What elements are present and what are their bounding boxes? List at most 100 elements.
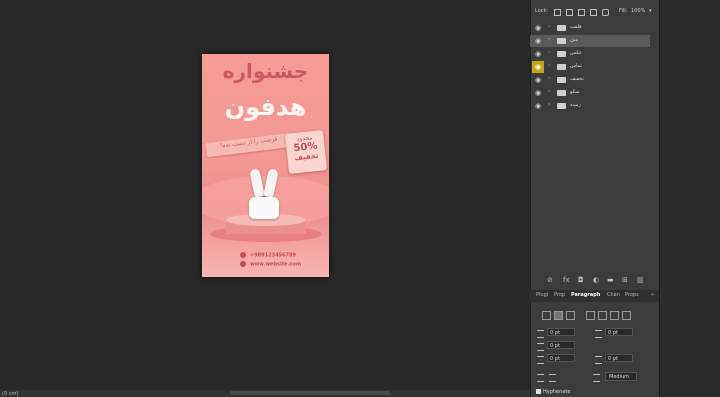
poster-title-line1: جشنواره xyxy=(222,59,309,83)
first-line-indent-icon xyxy=(537,343,544,351)
website-text: www.website.com xyxy=(250,261,302,268)
tab-plugins[interactable]: Plugi xyxy=(536,292,548,298)
space-before-icon xyxy=(537,356,544,364)
expand-arrow-icon[interactable]: › xyxy=(548,75,550,82)
expand-arrow-icon[interactable]: › xyxy=(548,101,550,108)
contact-website: www.website.com xyxy=(240,261,301,268)
direction-rtl-icon[interactable] xyxy=(549,374,556,382)
folder-icon xyxy=(557,77,566,83)
first-line-indent-field[interactable]: 0 pt xyxy=(547,341,575,349)
folder-icon xyxy=(557,25,566,31)
layer-row[interactable]: ◉ › تماس xyxy=(530,61,650,73)
poster-title-line2: هدفون xyxy=(224,93,307,121)
composer-value: Medium xyxy=(609,374,629,380)
direction-ltr-icon[interactable] xyxy=(537,374,544,382)
visibility-eye-icon[interactable]: ◉ xyxy=(532,87,544,99)
layer-row[interactable]: ◉ › قلقت xyxy=(530,22,650,34)
trash-icon[interactable]: ▥ xyxy=(637,276,644,284)
group-icon[interactable]: ▬ xyxy=(607,276,614,284)
lock-row: Lock: Fill: 100% ▾ xyxy=(530,5,659,19)
lock-position-icon[interactable] xyxy=(578,9,585,16)
lock-pixels-icon[interactable] xyxy=(566,9,573,16)
folder-icon xyxy=(557,103,566,109)
fill-value[interactable]: 100% xyxy=(631,8,645,14)
contact-phone: +989123456789 xyxy=(240,252,296,259)
space-after-icon xyxy=(595,356,602,364)
layer-row[interactable]: ◉ › عکس xyxy=(530,48,650,60)
link-icon[interactable]: ⊘ xyxy=(547,276,553,284)
globe-icon xyxy=(240,261,246,267)
tab-channels[interactable]: Chan xyxy=(607,292,620,298)
folder-icon xyxy=(557,64,566,70)
composer-dropdown[interactable]: Medium xyxy=(605,372,637,381)
layer-row[interactable]: ◉ › تخفیف xyxy=(530,74,650,86)
lock-label: Lock: xyxy=(535,8,549,14)
ribbon-banner: فرصت را از دست نده! xyxy=(205,132,293,158)
visibility-eye-icon[interactable]: ◉ xyxy=(532,61,544,73)
expand-arrow-icon[interactable]: › xyxy=(548,62,550,69)
layer-name[interactable]: متن xyxy=(570,37,578,43)
tab-props[interactable]: Props xyxy=(625,292,639,298)
hyphenate-label: Hyphenate xyxy=(543,389,571,395)
phone-text: +989123456789 xyxy=(250,252,296,259)
layer-name[interactable]: تماس xyxy=(570,63,582,69)
layer-name[interactable]: زمینه xyxy=(570,102,581,108)
expand-arrow-icon[interactable]: › xyxy=(548,23,550,30)
tab-paragraph[interactable]: Paragraph xyxy=(571,292,600,298)
hyphenate-option[interactable]: Hyphenate xyxy=(536,389,570,395)
panel-menu-icon[interactable]: » xyxy=(651,292,654,298)
space-before-field[interactable]: 0 pt xyxy=(547,354,575,362)
poster-artboard[interactable]: جشنواره هدفون فرصت را از دست نده! محدود … xyxy=(202,54,329,277)
ribbon-text: فرصت را از دست نده! xyxy=(219,135,278,150)
lock-all-icon[interactable] xyxy=(602,9,609,16)
visibility-eye-icon[interactable]: ◉ xyxy=(532,48,544,60)
adjustment-icon[interactable]: ◐ xyxy=(593,276,599,284)
layer-name[interactable]: عکس xyxy=(570,50,582,56)
layer-row[interactable]: ◉ › زمینه xyxy=(530,100,650,112)
horizontal-scrollbar[interactable] xyxy=(0,390,530,397)
layer-row[interactable]: ◉ › سکو xyxy=(530,87,650,99)
paragraph-panel: 0 pt 0 pt 0 pt 0 pt 0 pt Medium xyxy=(530,302,659,397)
lock-artboard-icon[interactable] xyxy=(590,9,597,16)
scrollbar-thumb[interactable] xyxy=(230,391,390,395)
space-after-field[interactable]: 0 pt xyxy=(605,354,633,362)
visibility-eye-icon[interactable]: ◉ xyxy=(532,35,544,47)
layer-name[interactable]: سکو xyxy=(570,89,580,95)
expand-arrow-icon[interactable]: › xyxy=(548,88,550,95)
layer-name[interactable]: تخفیف xyxy=(570,76,584,82)
zoom-readout: (0 cm) xyxy=(2,391,19,397)
expand-arrow-icon[interactable]: › xyxy=(548,49,550,56)
justify-center-icon[interactable] xyxy=(598,311,607,320)
layer-name[interactable]: قلقت xyxy=(570,24,581,30)
fx-icon[interactable]: fx xyxy=(563,276,570,284)
kashida-icon xyxy=(593,374,600,382)
hyphenate-checkbox[interactable] xyxy=(536,389,541,394)
expand-arrow-icon[interactable]: › xyxy=(548,36,550,43)
visibility-eye-icon[interactable]: ◉ xyxy=(532,74,544,86)
indent-right-field[interactable]: 0 pt xyxy=(605,328,633,336)
fill-dropdown-icon[interactable]: ▾ xyxy=(649,8,652,14)
panel-tabs: Plugi Prop Paragraph Chan Props » xyxy=(530,290,659,302)
visibility-eye-icon[interactable]: ◉ xyxy=(532,22,544,34)
indent-left-field[interactable]: 0 pt xyxy=(547,328,575,336)
visibility-eye-icon[interactable]: ◉ xyxy=(532,100,544,112)
align-center-icon[interactable] xyxy=(554,311,563,320)
indent-left-icon xyxy=(537,330,544,338)
align-left-icon[interactable] xyxy=(542,311,551,320)
mask-icon[interactable]: ◘ xyxy=(578,276,584,284)
layer-row[interactable]: ◉ › متن xyxy=(530,35,650,47)
fill-label: Fill: xyxy=(619,8,628,14)
justify-all-icon[interactable] xyxy=(622,311,631,320)
folder-icon xyxy=(557,38,566,44)
phone-icon xyxy=(240,252,246,258)
new-layer-icon[interactable]: ⊞ xyxy=(622,276,628,284)
indent-right-icon xyxy=(595,330,602,338)
justify-right-icon[interactable] xyxy=(610,311,619,320)
lock-transparent-icon[interactable] xyxy=(554,9,561,16)
folder-icon xyxy=(557,51,566,57)
discount-badge: محدود 50% تخفیف xyxy=(285,130,327,174)
canvas-area[interactable]: جشنواره هدفون فرصت را از دست نده! محدود … xyxy=(0,0,530,390)
align-right-icon[interactable] xyxy=(566,311,575,320)
tab-properties[interactable]: Prop xyxy=(554,292,565,298)
justify-left-icon[interactable] xyxy=(586,311,595,320)
